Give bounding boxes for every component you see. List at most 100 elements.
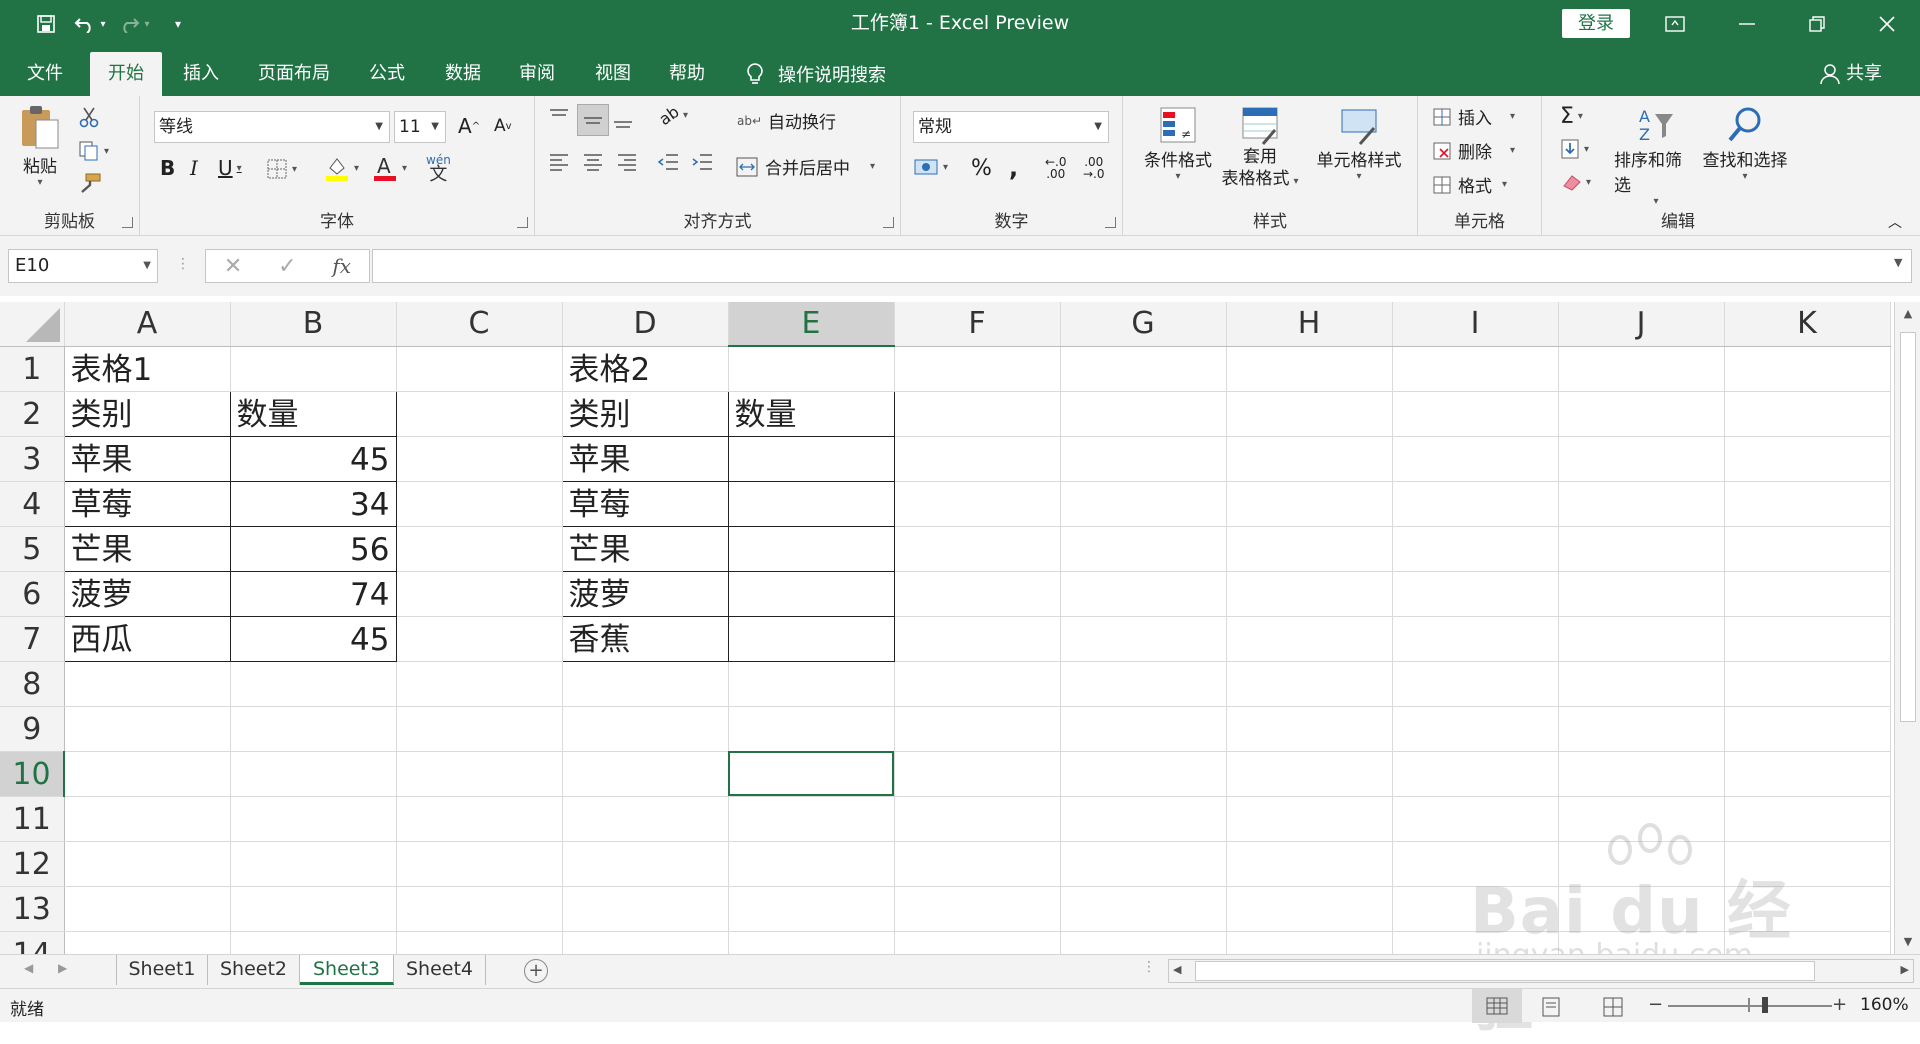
sheet-tab-3[interactable]: Sheet3 <box>300 955 394 985</box>
cell-e14[interactable] <box>728 931 895 954</box>
cell-j9[interactable] <box>1558 706 1725 752</box>
cell-h1[interactable] <box>1226 346 1393 392</box>
column-header-i[interactable]: I <box>1392 302 1559 347</box>
increase-font-size-icon[interactable]: A ^ <box>458 114 480 138</box>
column-header-d[interactable]: D <box>562 302 729 347</box>
cell-c4[interactable] <box>396 481 563 527</box>
cell-i7[interactable] <box>1392 616 1559 662</box>
cell-d10[interactable] <box>562 751 729 797</box>
cell-d13[interactable] <box>562 886 729 932</box>
cell-d9[interactable] <box>562 706 729 752</box>
cell-d1[interactable]: 表格2 <box>562 346 729 392</box>
comma-style-icon[interactable]: , <box>1009 154 1018 182</box>
tab-split-grip-icon[interactable]: ⋮ <box>1142 959 1156 975</box>
cell-f7[interactable] <box>894 616 1061 662</box>
column-header-f[interactable]: F <box>894 302 1061 347</box>
format-cells-button[interactable]: 格式 ▾ <box>1432 172 1507 197</box>
scroll-right-icon[interactable]: ▶ <box>1901 963 1909 976</box>
cell-b10[interactable] <box>230 751 397 797</box>
cell-b8[interactable] <box>230 661 397 707</box>
cell-k14[interactable] <box>1724 931 1891 954</box>
cell-i13[interactable] <box>1392 886 1559 932</box>
next-sheet-icon[interactable]: ▶ <box>58 961 67 975</box>
autosum-icon[interactable]: Σ ▾ <box>1560 104 1583 129</box>
cell-a3[interactable]: 苹果 <box>63 435 231 482</box>
cell-j14[interactable] <box>1558 931 1725 954</box>
cell-d5[interactable]: 芒果 <box>561 525 729 572</box>
cell-e1[interactable] <box>728 346 895 392</box>
cell-f10[interactable] <box>894 751 1061 797</box>
cell-c9[interactable] <box>396 706 563 752</box>
cell-a2[interactable]: 类别 <box>63 390 231 437</box>
cell-k2[interactable] <box>1724 391 1891 437</box>
cell-c11[interactable] <box>396 796 563 842</box>
decrease-decimal-icon[interactable]: .00 →.0 <box>1083 156 1105 180</box>
cell-b2[interactable]: 数量 <box>229 390 397 437</box>
tell-me-search[interactable]: 操作说明搜索 <box>746 52 886 96</box>
cell-c13[interactable] <box>396 886 563 932</box>
cancel-entry-icon[interactable]: ✕ <box>224 254 242 279</box>
cell-k6[interactable] <box>1724 571 1891 617</box>
cell-d8[interactable] <box>562 661 729 707</box>
cell-j3[interactable] <box>1558 436 1725 482</box>
merge-center-button[interactable]: 合并后居中 ▾ <box>735 154 875 179</box>
italic-icon[interactable]: I <box>190 156 198 180</box>
column-header-j[interactable]: J <box>1558 302 1725 347</box>
accounting-format-icon[interactable]: ▾ <box>913 156 948 178</box>
delete-cells-button[interactable]: 删除 ▾ <box>1432 138 1515 163</box>
font-size-combo[interactable]: 11 ▼ <box>394 111 446 143</box>
cell-k4[interactable] <box>1724 481 1891 527</box>
cell-e3[interactable] <box>727 435 895 482</box>
cell-d4[interactable]: 草莓 <box>561 480 729 527</box>
cell-g11[interactable] <box>1060 796 1227 842</box>
conditional-formatting-button[interactable]: ≠ 条件格式 ▾ <box>1133 104 1223 182</box>
cell-j2[interactable] <box>1558 391 1725 437</box>
row-header-2[interactable]: 2 <box>0 391 65 437</box>
cell-i5[interactable] <box>1392 526 1559 572</box>
cell-f9[interactable] <box>894 706 1061 752</box>
cell-a10[interactable] <box>64 751 231 797</box>
align-center-icon[interactable] <box>581 150 605 174</box>
collapse-ribbon-icon[interactable]: ︿ <box>1888 212 1902 232</box>
column-header-a[interactable]: A <box>64 302 231 347</box>
cell-i4[interactable] <box>1392 481 1559 527</box>
prev-sheet-icon[interactable]: ◀ <box>24 961 33 975</box>
align-right-icon[interactable] <box>615 150 639 174</box>
page-break-view-icon[interactable] <box>1602 997 1624 1022</box>
cell-g2[interactable] <box>1060 391 1227 437</box>
cell-f1[interactable] <box>894 346 1061 392</box>
cell-k10[interactable] <box>1724 751 1891 797</box>
clear-icon[interactable]: ▾ <box>1560 172 1591 192</box>
cell-a12[interactable] <box>64 841 231 887</box>
clipboard-launcher-icon[interactable] <box>122 217 133 228</box>
cell-g1[interactable] <box>1060 346 1227 392</box>
cell-d2[interactable]: 类别 <box>561 390 729 437</box>
cell-b3[interactable]: 45 <box>229 435 397 482</box>
sheet-tab-4[interactable]: Sheet4 <box>394 955 486 985</box>
row-header-11[interactable]: 11 <box>0 796 65 842</box>
tab-home[interactable]: 开始 <box>90 52 162 96</box>
tab-data[interactable]: 数据 <box>432 52 494 96</box>
cell-i14[interactable] <box>1392 931 1559 954</box>
cell-b5[interactable]: 56 <box>229 525 397 572</box>
cell-c6[interactable] <box>396 571 563 617</box>
cell-f5[interactable] <box>894 526 1061 572</box>
cell-j7[interactable] <box>1558 616 1725 662</box>
cell-d7[interactable]: 香蕉 <box>561 615 729 662</box>
cell-c14[interactable] <box>396 931 563 954</box>
column-header-b[interactable]: B <box>230 302 397 347</box>
cell-k13[interactable] <box>1724 886 1891 932</box>
expand-formula-bar-icon[interactable]: ▼ <box>1894 256 1902 269</box>
sheet-tab-2[interactable]: Sheet2 <box>208 955 300 985</box>
cell-f14[interactable] <box>894 931 1061 954</box>
cell-h9[interactable] <box>1226 706 1393 752</box>
cell-h7[interactable] <box>1226 616 1393 662</box>
cell-k11[interactable] <box>1724 796 1891 842</box>
vertical-scrollbar[interactable]: ▲ ▼ <box>1894 302 1920 954</box>
insert-cells-button[interactable]: 插入 ▾ <box>1432 104 1515 129</box>
increase-indent-icon[interactable] <box>691 150 715 174</box>
cell-a13[interactable] <box>64 886 231 932</box>
find-select-button[interactable]: 查找和选择 ▾ <box>1700 104 1790 182</box>
cell-a6[interactable]: 菠萝 <box>63 570 231 617</box>
cell-k5[interactable] <box>1724 526 1891 572</box>
